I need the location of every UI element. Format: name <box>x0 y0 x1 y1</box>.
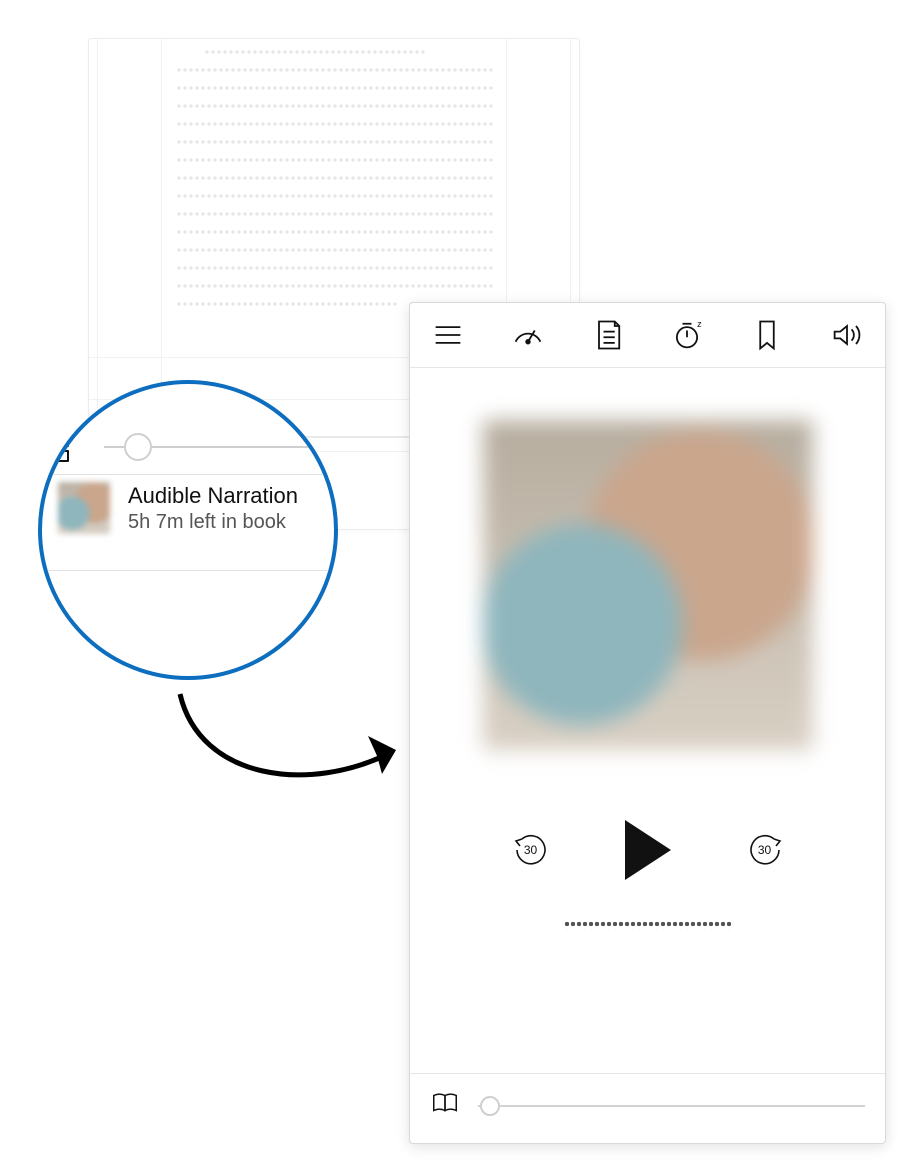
chapters-icon[interactable] <box>590 317 626 353</box>
time-remaining: 5h 7m left in book <box>128 510 298 535</box>
svg-text:z: z <box>698 319 703 329</box>
skip-forward-seconds: 30 <box>758 843 771 857</box>
narration-title: Audible Narration <box>128 482 298 510</box>
skip-back-seconds: 30 <box>524 843 537 857</box>
playback-progress-slider[interactable] <box>478 1096 865 1116</box>
player-toolbar: z <box>410 303 885 367</box>
open-book-icon[interactable] <box>430 1088 460 1123</box>
speed-icon[interactable] <box>510 317 546 353</box>
play-button[interactable] <box>625 820 671 880</box>
reader-text-placeholder <box>175 49 493 307</box>
library-grid-icon[interactable] <box>42 420 84 462</box>
narration-text-placeholder <box>563 920 733 930</box>
audible-narration-row[interactable]: Audible Narration 5h 7m left in book <box>42 482 334 535</box>
reader-progress-slider-zoomed[interactable] <box>104 432 334 462</box>
volume-icon[interactable] <box>829 317 865 353</box>
book-cover-thumbnail <box>58 482 110 534</box>
flow-arrow <box>160 682 420 802</box>
audible-narration-callout: Audible Narration 5h 7m left in book <box>38 380 338 680</box>
sleep-timer-icon[interactable]: z <box>669 317 705 353</box>
bookmark-icon[interactable] <box>749 317 785 353</box>
skip-forward-button[interactable]: 30 <box>743 828 787 872</box>
audible-player-screen: z 30 30 <box>409 302 886 1144</box>
menu-icon[interactable] <box>430 317 466 353</box>
playback-controls: 30 30 <box>410 820 885 880</box>
skip-back-button[interactable]: 30 <box>509 828 553 872</box>
book-cover <box>483 420 813 750</box>
